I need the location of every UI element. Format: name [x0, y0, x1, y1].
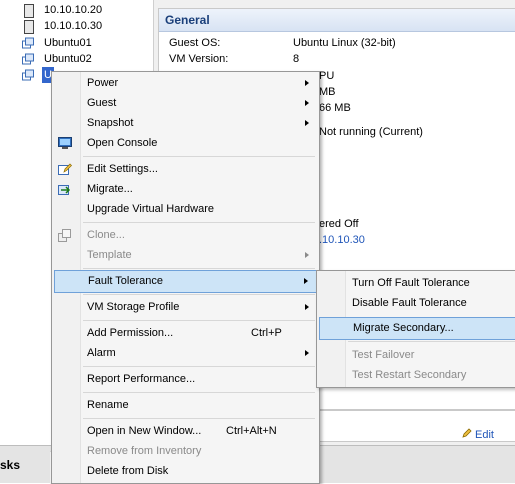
menu-item-label: Test Restart Secondary [352, 369, 467, 381]
submenu-arrow-icon [305, 304, 309, 310]
menu-item-delete-disk[interactable]: Delete from Disk [54, 461, 317, 482]
cpu-value: PU [319, 70, 335, 82]
submenu-item-disable-ft[interactable]: Disable Fault Tolerance [319, 293, 514, 314]
menu-item-open-console[interactable]: Open Console [54, 133, 317, 154]
menu-separator [83, 418, 315, 419]
menu-item-label: Disable Fault Tolerance [352, 297, 467, 309]
vm-context-menu: Power Guest Snapshot Open Console Edit S… [51, 71, 320, 484]
menu-item-label: Fault Tolerance [88, 275, 164, 287]
menu-item-fault-tolerance[interactable]: Fault Tolerance [54, 270, 317, 293]
menu-item-label: Rename [87, 399, 129, 411]
vm-version-label: VM Version: [169, 53, 229, 65]
tree-item-label: Ubuntu01 [44, 37, 92, 49]
tasks-label: sks [0, 458, 21, 472]
menu-item-label: Test Failover [352, 349, 415, 361]
submenu-item-migrate-secondary[interactable]: Migrate Secondary... [319, 317, 515, 340]
clone-icon [58, 229, 71, 242]
menu-item-clone[interactable]: Clone... [54, 225, 317, 246]
menu-item-edit-settings[interactable]: Edit Settings... [54, 159, 317, 180]
menu-separator [83, 320, 315, 321]
shortcut-label: Ctrl+Alt+N [226, 425, 277, 437]
menu-item-label: Edit Settings... [87, 163, 158, 175]
menu-item-label: Upgrade Virtual Hardware [87, 203, 214, 215]
submenu-arrow-icon [305, 350, 309, 356]
edit-link-label: Edit [475, 429, 494, 441]
guest-os-label: Guest OS: [169, 37, 221, 49]
host-link[interactable]: .10.10.30 [319, 234, 365, 246]
menu-item-label: Delete from Disk [87, 465, 169, 477]
edit-settings-icon [58, 163, 72, 175]
menu-separator [83, 222, 315, 223]
menu-item-snapshot[interactable]: Snapshot [54, 113, 317, 134]
migrate-icon [58, 185, 71, 195]
menu-item-label: Alarm [87, 347, 116, 359]
menu-item-remove-inventory[interactable]: Remove from Inventory [54, 441, 317, 462]
host-icon [24, 4, 34, 18]
menu-item-label: Guest [87, 97, 117, 109]
fault-tolerance-submenu: Turn Off Fault Tolerance Disable Fault T… [316, 270, 515, 388]
submenu-arrow-icon [305, 80, 309, 86]
vm-icon [22, 37, 34, 49]
host-icon [24, 20, 34, 34]
edit-link[interactable]: Edit [462, 428, 494, 441]
menu-separator [83, 392, 315, 393]
submenu-arrow-icon [304, 278, 308, 284]
tree-item-label: 10.10.10.20 [44, 4, 103, 16]
menu-item-storage-profile[interactable]: VM Storage Profile [54, 297, 317, 318]
state-value: ered Off [319, 218, 359, 230]
menu-item-label: Template [87, 249, 132, 261]
menu-separator [83, 156, 315, 157]
ft-status-value: Not running (Current) [319, 126, 423, 138]
menu-separator [83, 268, 315, 269]
menu-item-label: Remove from Inventory [87, 445, 202, 457]
menu-separator [348, 341, 515, 342]
menu-item-label: Open Console [87, 137, 158, 149]
vm-icon [22, 69, 34, 81]
menu-separator [83, 366, 315, 367]
menu-item-power[interactable]: Power [54, 73, 317, 94]
general-section-title: General [159, 9, 515, 32]
vm-icon [22, 53, 34, 65]
menu-item-migrate[interactable]: Migrate... [54, 179, 317, 200]
menu-item-label: Add Permission... [87, 327, 174, 339]
menu-item-add-permission[interactable]: Add Permission... Ctrl+P [54, 323, 317, 344]
submenu-arrow-icon [305, 120, 309, 126]
memory-overhead-value: 66 MB [319, 102, 351, 114]
menu-item-template[interactable]: Template [54, 245, 317, 266]
menu-item-upgrade-hardware[interactable]: Upgrade Virtual Hardware [54, 199, 317, 220]
submenu-item-test-restart-secondary[interactable]: Test Restart Secondary [319, 365, 514, 386]
menu-item-label: Open in New Window... [87, 425, 202, 437]
memory-value: MB [319, 86, 336, 98]
menu-separator [83, 294, 315, 295]
guest-os-value: Ubuntu Linux (32-bit) [293, 37, 396, 49]
tree-item-label: Ubuntu02 [44, 53, 92, 65]
menu-item-rename[interactable]: Rename [54, 395, 317, 416]
submenu-arrow-icon [305, 252, 309, 258]
pencil-icon [462, 428, 472, 438]
menu-item-label: VM Storage Profile [87, 301, 180, 313]
menu-item-report-performance[interactable]: Report Performance... [54, 369, 317, 390]
tree-item-label: 10.10.10.30 [44, 20, 103, 32]
menu-item-guest[interactable]: Guest [54, 93, 317, 114]
menu-item-label: Migrate... [87, 183, 133, 195]
menu-item-label: Snapshot [87, 117, 134, 129]
menu-item-alarm[interactable]: Alarm [54, 343, 317, 364]
vm-version-value: 8 [293, 53, 300, 65]
menu-item-label: Report Performance... [87, 373, 196, 385]
submenu-item-test-failover[interactable]: Test Failover [319, 345, 514, 366]
submenu-item-turn-off-ft[interactable]: Turn Off Fault Tolerance [319, 273, 514, 294]
shortcut-label: Ctrl+P [251, 327, 282, 339]
submenu-arrow-icon [305, 100, 309, 106]
menu-item-label: Clone... [87, 229, 125, 241]
menu-item-open-new-window[interactable]: Open in New Window... Ctrl+Alt+N [54, 421, 317, 442]
menu-item-label: Turn Off Fault Tolerance [352, 277, 470, 289]
menu-item-label: Migrate Secondary... [353, 322, 454, 334]
menu-item-label: Power [87, 77, 119, 89]
console-icon [58, 137, 72, 149]
